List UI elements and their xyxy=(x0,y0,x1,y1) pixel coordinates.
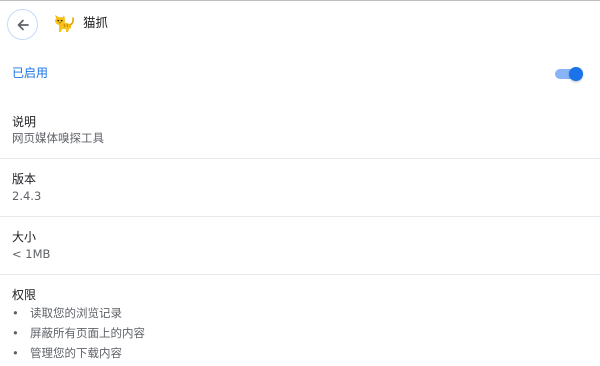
enable-toggle[interactable] xyxy=(554,67,584,81)
bullet-icon: • xyxy=(12,306,19,320)
bullet-icon: • xyxy=(12,346,19,360)
divider xyxy=(0,158,600,159)
cat-logo-icon xyxy=(55,15,74,32)
divider xyxy=(0,274,600,275)
permission-item: • 读取您的浏览记录 xyxy=(12,305,412,325)
back-button[interactable] xyxy=(7,9,38,40)
size-value: < 1MB xyxy=(12,247,51,261)
toggle-knob xyxy=(569,67,583,81)
enabled-label: 已启用 xyxy=(12,66,49,80)
arrow-left-icon xyxy=(17,19,29,30)
permission-item: • 管理您的下载内容 xyxy=(12,345,412,365)
extension-name: 猫抓 xyxy=(83,15,109,30)
header: 猫抓 xyxy=(0,0,600,48)
bullet-icon: • xyxy=(12,326,19,340)
version-title: 版本 xyxy=(12,172,37,186)
description-title: 说明 xyxy=(12,115,37,129)
permissions-title: 权限 xyxy=(12,288,37,302)
version-value: 2.4.3 xyxy=(12,189,42,203)
permission-item: • 屏蔽所有页面上的内容 xyxy=(12,325,412,345)
permission-text: 屏蔽所有页面上的内容 xyxy=(30,326,145,340)
extension-details-page: 猫抓 已启用 说明 网页媒体嗅探工具 版本 2.4.3 大小 < 1MB 权限 … xyxy=(0,0,600,366)
description-value: 网页媒体嗅探工具 xyxy=(12,131,104,145)
permission-text: 管理您的下载内容 xyxy=(30,346,122,360)
permission-text: 读取您的浏览记录 xyxy=(30,306,122,320)
permissions-list: • 读取您的浏览记录 • 屏蔽所有页面上的内容 • 管理您的下载内容 xyxy=(12,305,412,365)
divider xyxy=(0,216,600,217)
size-title: 大小 xyxy=(12,230,37,244)
